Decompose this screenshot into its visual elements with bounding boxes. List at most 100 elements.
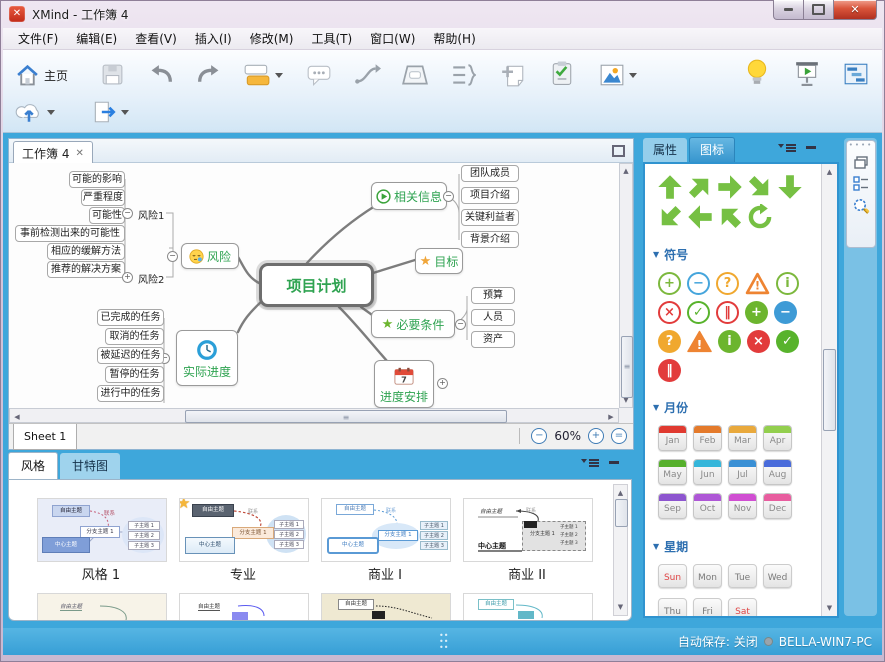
topic-progress[interactable]: 实际进度 xyxy=(176,330,238,386)
panel-scrollbar[interactable]: ▲ ▼ xyxy=(821,164,837,616)
sheet-tab[interactable]: Sheet 1 xyxy=(13,424,77,450)
marker-dec-icon[interactable]: Dec xyxy=(763,493,792,519)
menu-edit[interactable]: 编辑(E) xyxy=(67,27,126,50)
scroll-up-icon[interactable]: ▲ xyxy=(620,165,632,177)
style-thumbnail[interactable]: 自由主题 联系 分支主题 1 中心主题 子主题 1 子主题 2 子主题 3 xyxy=(321,498,451,562)
subtopic[interactable]: 资产 xyxy=(471,331,515,348)
minimize-panel-icon[interactable] xyxy=(609,461,619,464)
expand-toggle[interactable]: + xyxy=(437,378,448,389)
close-button[interactable]: ✕ xyxy=(833,0,877,20)
style-thumbnail[interactable]: 自由主题 联系 分支主题 1 中心主题 子主题 1 子主题 2 子主题 3 xyxy=(37,498,167,562)
boundary-button[interactable] xyxy=(401,60,429,90)
style-thumbnail[interactable]: 自由主题 联系 分支主题 1 中心主题 子主题 1 子主题 2 子主题 3 ★ xyxy=(179,498,309,562)
subtopic[interactable]: 预算 xyxy=(471,287,515,304)
expand-toggle[interactable]: + xyxy=(122,272,133,283)
view-menu-icon[interactable] xyxy=(778,144,796,151)
subtopic[interactable]: 暂停的任务 xyxy=(105,366,164,383)
collapse-toggle[interactable]: − xyxy=(122,208,133,219)
marker-feb-icon[interactable]: Feb xyxy=(693,425,722,451)
task-button[interactable] xyxy=(550,58,574,88)
insert-topic-button[interactable] xyxy=(243,60,283,90)
style-thumbnail[interactable]: 自由主题 联系 分支主题 1 子主题 1 子主题 2 子主题 3 中心主题 xyxy=(463,498,593,562)
marker-thu-icon[interactable]: Thu xyxy=(658,598,687,616)
relationship-button[interactable] xyxy=(353,60,381,90)
marker-check-outline-icon[interactable]: ✓ xyxy=(687,301,710,324)
topic-goal[interactable]: ★ 目标 xyxy=(415,248,463,274)
subtopic[interactable]: 事前检测出来的可能性 xyxy=(15,225,125,242)
marker-sun-icon[interactable]: Sun xyxy=(658,564,687,588)
tab-markers[interactable]: 图标 xyxy=(689,137,735,162)
arrow-refresh-icon[interactable] xyxy=(747,204,773,230)
share-upload-button[interactable] xyxy=(15,97,55,127)
section-symbols[interactable]: 符号 xyxy=(653,246,822,263)
notes-button[interactable] xyxy=(500,60,526,90)
zoom-reset-button[interactable]: = xyxy=(611,428,627,444)
topic-schedule[interactable]: 7 进度安排 xyxy=(374,360,434,408)
marker-sep-icon[interactable]: Sep xyxy=(658,493,687,519)
marker-question-icon[interactable]: ? xyxy=(658,330,681,353)
marker-mon-icon[interactable]: Mon xyxy=(693,564,722,588)
style-thumbnail[interactable]: 自由主题 xyxy=(321,593,451,621)
subtopic[interactable]: 团队成员 xyxy=(461,165,519,182)
subtopic[interactable]: 取消的任务 xyxy=(105,328,164,345)
subtopic[interactable]: 可能的影响 xyxy=(69,171,125,188)
export-dropdown-icon[interactable] xyxy=(121,110,129,119)
marker-info-icon[interactable]: i xyxy=(718,330,741,353)
marker-jun-icon[interactable]: Jun xyxy=(693,459,722,485)
collapse-toggle[interactable]: − xyxy=(455,319,466,330)
tab-styles[interactable]: 风格 xyxy=(8,452,58,479)
hscroll-thumb[interactable]: ≡ xyxy=(185,410,507,423)
panel-scroll-thumb[interactable] xyxy=(823,349,836,431)
save-button[interactable] xyxy=(100,59,125,89)
topic-requirements[interactable]: ★ 必要条件 xyxy=(371,310,455,338)
marker-fri-icon[interactable]: Fri xyxy=(693,598,722,616)
marker-jan-icon[interactable]: Jan xyxy=(658,425,687,451)
home-button[interactable]: 主页 xyxy=(15,60,68,90)
undo-button[interactable] xyxy=(149,59,175,89)
marker-pause-outline-icon[interactable]: ‖ xyxy=(716,301,739,324)
subtopic[interactable]: 被延迟的任务 xyxy=(97,347,164,364)
marker-tue-icon[interactable]: Tue xyxy=(728,564,757,588)
subtopic[interactable]: 进行中的任务 xyxy=(97,385,164,402)
section-months[interactable]: 月份 xyxy=(653,399,822,416)
menu-file[interactable]: 文件(F) xyxy=(9,27,67,50)
menu-view[interactable]: 查看(V) xyxy=(126,27,186,50)
tab-gantt[interactable]: 甘特图 xyxy=(60,453,120,479)
marker-info-outline-icon[interactable]: i xyxy=(776,272,799,295)
marker-mar-icon[interactable]: Mar xyxy=(728,425,757,451)
style-thumbnail[interactable]: 自由主题 xyxy=(37,593,167,621)
central-topic[interactable]: 项目计划 xyxy=(259,263,374,307)
comment-button[interactable] xyxy=(306,60,332,90)
outline-view-icon[interactable] xyxy=(853,176,869,191)
topic-risk[interactable]: 风险 xyxy=(181,243,239,269)
image-dropdown-icon[interactable] xyxy=(629,73,637,82)
zoom-in-button[interactable]: + xyxy=(588,428,604,444)
restore-panel-icon[interactable] xyxy=(854,156,868,169)
subtopic[interactable]: 背景介绍 xyxy=(461,231,519,248)
subtopic[interactable]: 相应的缓解方法 xyxy=(47,243,125,260)
gallery-scrollbar[interactable]: ▲ ▼ xyxy=(613,484,628,616)
maximize-editor-icon[interactable] xyxy=(612,145,625,157)
subtopic[interactable]: 可能性 xyxy=(89,207,125,224)
minimize-panel-icon[interactable] xyxy=(806,146,816,149)
subtopic[interactable]: 严重程度 xyxy=(81,189,125,206)
arrow-down-icon[interactable] xyxy=(777,174,803,200)
marker-wed-icon[interactable]: Wed xyxy=(763,564,792,588)
menu-insert[interactable]: 插入(I) xyxy=(186,27,241,50)
arrow-left-icon[interactable] xyxy=(687,204,713,230)
export-button[interactable] xyxy=(91,97,129,127)
arrow-up-left-icon[interactable] xyxy=(712,199,749,236)
menu-modify[interactable]: 修改(M) xyxy=(241,27,303,50)
marker-jul-icon[interactable]: Jul xyxy=(728,459,757,485)
hint-button[interactable] xyxy=(746,57,768,87)
marker-plus-icon[interactable]: + xyxy=(745,301,768,324)
scroll-up-icon[interactable]: ▲ xyxy=(614,487,627,499)
marker-may-icon[interactable]: May xyxy=(658,459,687,485)
zoom-tool-icon[interactable] xyxy=(853,198,870,215)
splitter-grip[interactable]: •••••• xyxy=(439,633,448,651)
marker-plus-outline-icon[interactable]: + xyxy=(658,272,681,295)
scroll-left-icon[interactable]: ◀ xyxy=(12,411,22,423)
subtopic[interactable]: 人员 xyxy=(471,309,515,326)
marker-oct-icon[interactable]: Oct xyxy=(693,493,722,519)
style-thumbnail[interactable]: 自由主题 xyxy=(179,593,309,621)
